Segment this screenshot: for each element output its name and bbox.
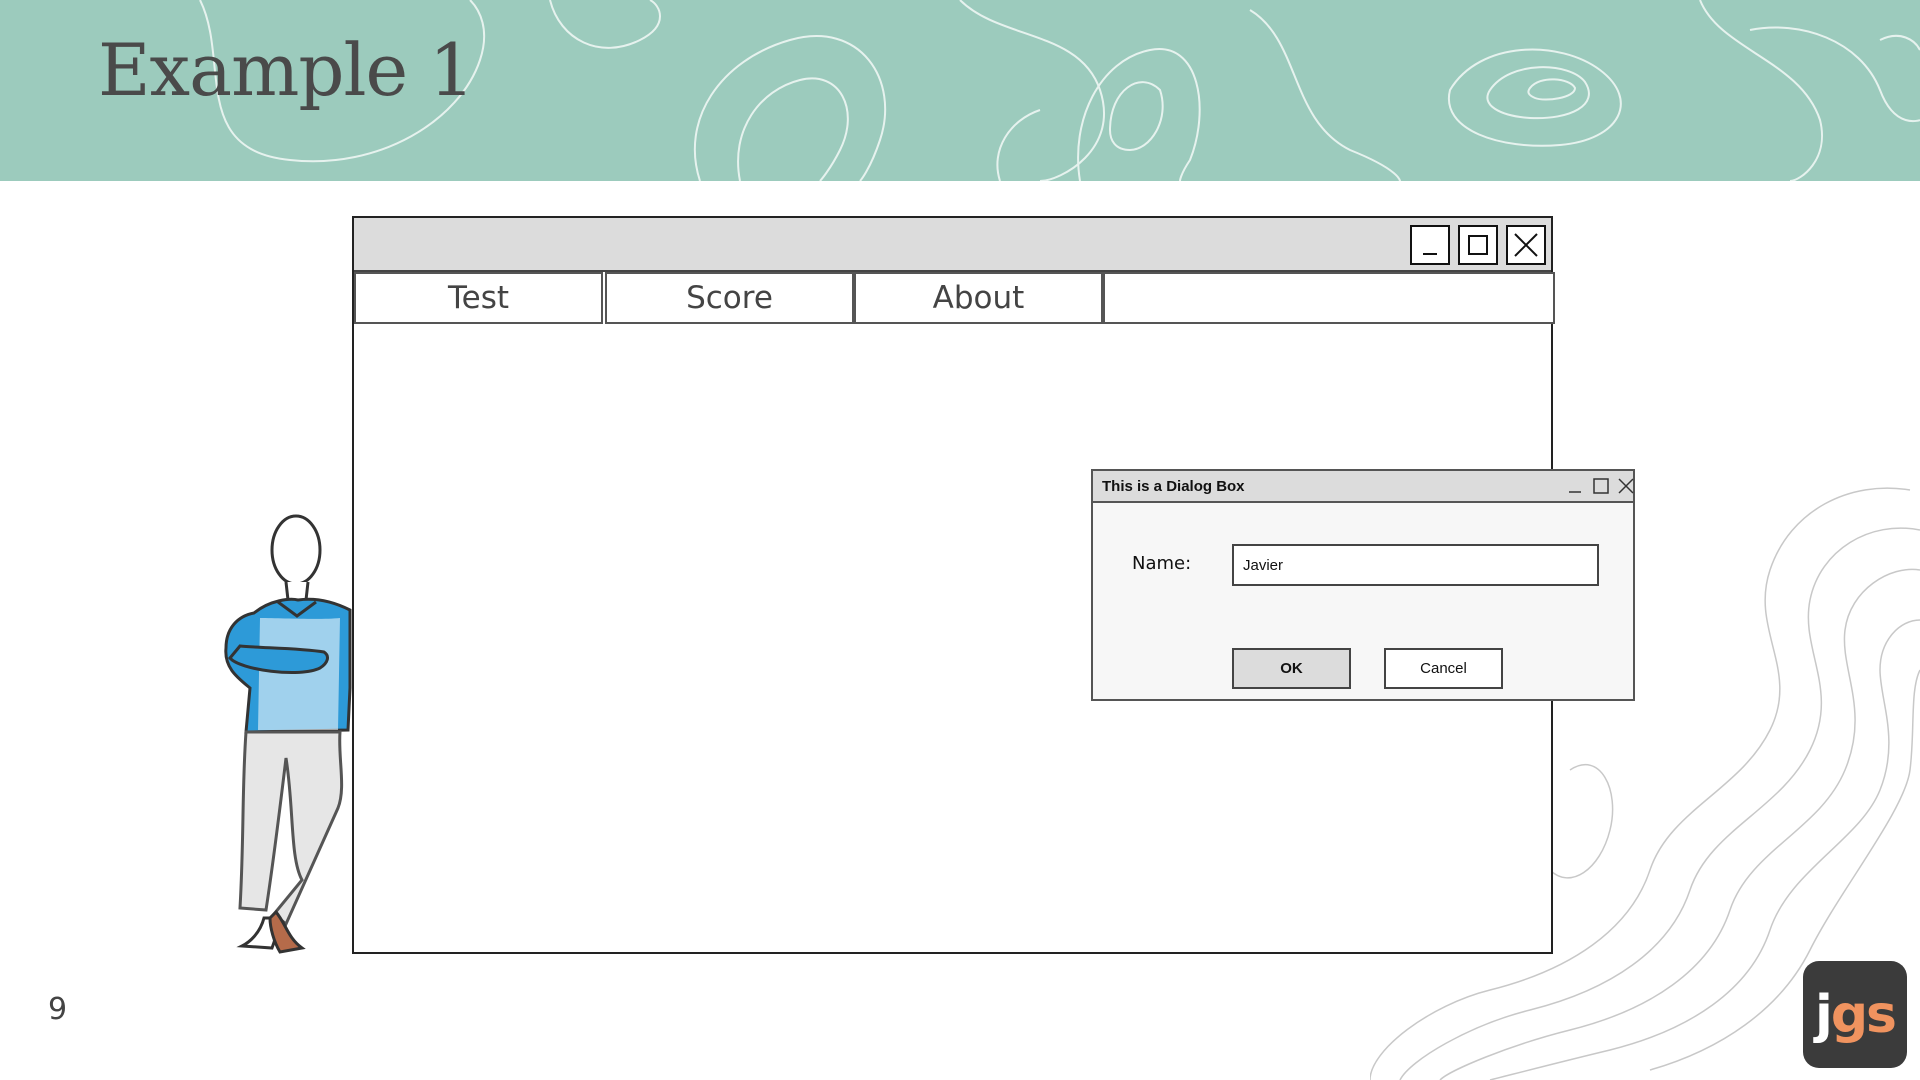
cancel-button[interactable]: Cancel: [1384, 648, 1503, 689]
brand-logo: j gs: [1803, 961, 1907, 1068]
name-label: Name:: [1132, 553, 1192, 574]
ok-button[interactable]: OK: [1232, 648, 1351, 689]
window-title-bar[interactable]: [354, 218, 1551, 272]
dialog-title-bar[interactable]: This is a Dialog Box: [1093, 471, 1636, 503]
person-illustration: [224, 514, 352, 954]
dialog-minimize-icon[interactable]: [1565, 476, 1585, 496]
tab-test[interactable]: Test: [354, 272, 603, 324]
menu-bar: Test Score About: [354, 272, 1555, 324]
tab-about[interactable]: About: [854, 272, 1103, 324]
dialog-title: This is a Dialog Box: [1102, 478, 1245, 495]
close-icon: [1514, 233, 1538, 257]
dialog-maximize-icon[interactable]: [1591, 476, 1611, 496]
logo-text-gs: gs: [1830, 984, 1897, 1045]
minimize-icon: [1423, 253, 1437, 255]
close-button[interactable]: [1506, 225, 1546, 265]
tab-empty: [1103, 272, 1555, 324]
slide-title: Example 1: [98, 28, 475, 112]
dialog-close-icon[interactable]: [1616, 476, 1636, 496]
minimize-button[interactable]: [1410, 225, 1450, 265]
logo-text-j: j: [1814, 984, 1833, 1045]
tab-score[interactable]: Score: [605, 272, 854, 324]
header-banner: Example 1: [0, 0, 1920, 181]
name-input[interactable]: [1232, 544, 1599, 586]
maximize-button[interactable]: [1458, 225, 1498, 265]
page-number: 9: [48, 992, 68, 1027]
dialog-box: This is a Dialog Box Name: OK Cancel: [1091, 469, 1635, 701]
maximize-icon: [1468, 235, 1488, 255]
